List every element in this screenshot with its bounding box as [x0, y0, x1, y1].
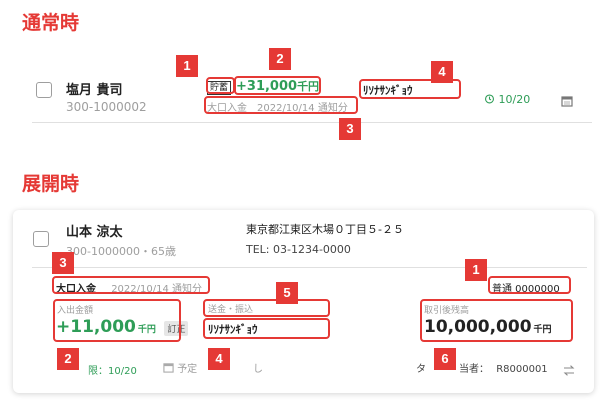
row-checkbox[interactable]	[36, 82, 52, 98]
calendar-icon	[163, 363, 177, 375]
customer-address: 東京都江東区木場０丁目５-２５	[246, 223, 404, 236]
assignee-wrap: 当者： R8000001	[459, 360, 548, 375]
annotation-box	[52, 276, 210, 294]
customer-id: 300-1000002	[66, 100, 147, 114]
scheduled-tail: し	[253, 364, 263, 375]
annotation-box	[488, 276, 571, 294]
customer-name: 山本 涼太	[66, 225, 123, 240]
row-divider	[32, 122, 592, 123]
annotation-marker: 1	[465, 259, 487, 281]
annotation-box	[420, 299, 573, 342]
annotation-box	[206, 77, 235, 94]
annotation-marker: 3	[339, 118, 361, 140]
assignee-label: 当者：	[459, 364, 489, 375]
annotation-marker: 6	[434, 348, 456, 370]
assignee-prefix: タ	[416, 364, 426, 375]
calendar-icon[interactable]	[561, 92, 573, 111]
annotation-box	[234, 76, 321, 95]
annotation-marker: 2	[57, 348, 79, 370]
annotation-marker: 4	[208, 348, 230, 370]
annotation-marker: 5	[276, 282, 298, 304]
scheduled-label: 予定	[177, 364, 198, 375]
section-title-normal: 通常時	[22, 12, 80, 34]
scheduled-wrap[interactable]: 予定	[163, 360, 197, 375]
customer-tel: TEL: 03-1234-0000	[246, 243, 351, 256]
annotation-box	[53, 299, 181, 342]
section-title-expanded: 展開時	[22, 173, 80, 195]
customer-name: 塩月 貴司	[66, 83, 123, 98]
annotation-marker: 4	[431, 61, 453, 83]
customer-info: 300-1000000・65歳	[66, 245, 176, 258]
alarm-date-wrap[interactable]: 10/20	[484, 93, 530, 106]
annotation-box	[203, 318, 330, 339]
card-divider	[32, 267, 587, 268]
card-checkbox[interactable]	[33, 231, 49, 247]
annotation-marker: 3	[52, 252, 74, 274]
assignee-id: R8000001	[496, 364, 548, 375]
swap-arrows-icon[interactable]	[563, 361, 575, 380]
alarm-clock-icon	[484, 93, 499, 106]
annotation-box	[204, 96, 358, 114]
alarm-date: 10/20	[498, 93, 531, 106]
deadline-text: 限：10/20	[88, 366, 137, 377]
annotation-marker: 2	[269, 48, 291, 70]
annotation-marker: 1	[176, 55, 198, 77]
annotation-box	[203, 299, 330, 317]
